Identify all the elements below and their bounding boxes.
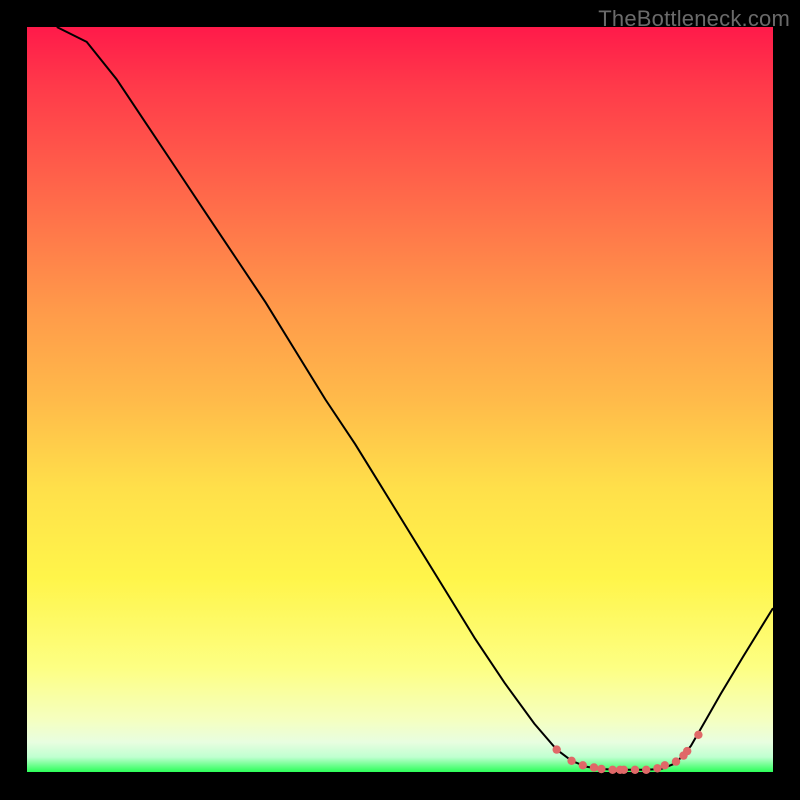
highlight-dot: [694, 731, 702, 739]
highlight-dot: [579, 761, 587, 769]
highlight-dot: [642, 766, 650, 774]
highlight-dot: [661, 761, 669, 769]
highlight-dot: [653, 764, 661, 772]
chart-container: TheBottleneck.com: [0, 0, 800, 800]
highlight-dot: [567, 757, 575, 765]
curve-layer: [27, 27, 773, 772]
highlight-dot: [590, 763, 598, 771]
bottleneck-curve: [57, 27, 773, 770]
highlight-dot: [597, 765, 605, 773]
plot-area: [27, 27, 773, 772]
highlight-dot: [620, 766, 628, 774]
watermark-text: TheBottleneck.com: [598, 6, 790, 32]
highlight-dot: [608, 766, 616, 774]
highlight-dot: [672, 757, 680, 765]
highlight-dot: [631, 766, 639, 774]
highlight-dot: [683, 747, 691, 755]
highlight-dot: [553, 745, 561, 753]
highlight-dots: [553, 731, 703, 774]
